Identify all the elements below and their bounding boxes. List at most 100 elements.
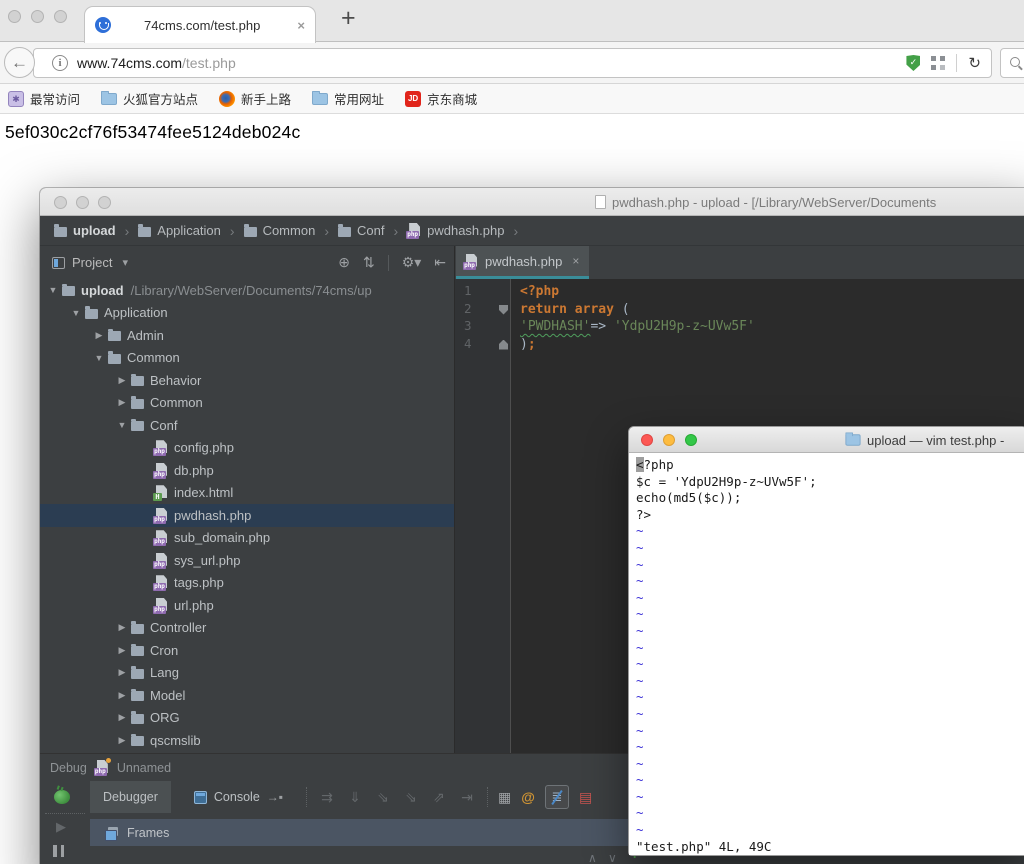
project-view-dropdown-icon[interactable]: ▾ xyxy=(122,256,128,269)
editor-tab-pwdhash[interactable]: php pwdhash.php × xyxy=(456,246,589,279)
search-box[interactable] xyxy=(1000,48,1024,78)
tree-collapse-icon[interactable]: ▼ xyxy=(92,353,106,363)
browser-minimize-button[interactable] xyxy=(31,10,44,23)
tree-item-sys_url.php[interactable]: phpsys_url.php xyxy=(40,549,454,572)
back-button[interactable]: ← xyxy=(4,47,35,78)
bookmark-item[interactable]: ✱最常访问 xyxy=(8,89,80,108)
editor-gutter[interactable]: 1234 xyxy=(455,279,511,753)
tree-item-pwdhash.php[interactable]: phppwdhash.php xyxy=(40,504,454,527)
tab-close-icon[interactable]: × xyxy=(297,18,305,33)
tree-item-Admin[interactable]: ▶Admin xyxy=(40,324,454,347)
step-over-icon[interactable]: ⇓ xyxy=(345,789,365,806)
terminal-content[interactable]: <?php$c = 'YdpU2H9p-z~UVw5F';echo(md5($c… xyxy=(629,453,1024,855)
ide-title-bar[interactable]: pwdhash.php - upload - [/Library/WebServ… xyxy=(40,188,1024,216)
tree-expand-icon[interactable]: ▶ xyxy=(115,622,129,633)
bookmark-label: 京东商城 xyxy=(427,89,477,108)
hide-panel-icon[interactable]: ⇤ xyxy=(434,254,446,271)
tree-expand-icon[interactable]: ▶ xyxy=(92,330,106,341)
fold-marker-icon[interactable] xyxy=(499,305,508,315)
force-step-into-icon[interactable]: ⇘ xyxy=(401,789,421,806)
tree-expand-icon[interactable]: ▶ xyxy=(115,690,129,701)
tab-console[interactable]: Console →▪ xyxy=(181,781,296,813)
tree-expand-icon[interactable]: ▶ xyxy=(115,645,129,656)
tree-item-db.php[interactable]: phpdb.php xyxy=(40,459,454,482)
breadcrumb-item[interactable]: upload xyxy=(54,223,116,238)
breadcrumb-item[interactable]: Common xyxy=(244,223,316,238)
terminal-close-button[interactable] xyxy=(641,434,653,446)
step-into-icon[interactable]: ⇘ xyxy=(373,789,393,806)
ide-minimize-button[interactable] xyxy=(76,196,89,209)
tab-debugger[interactable]: Debugger xyxy=(90,781,171,813)
bookmark-item[interactable]: 火狐官方站点 xyxy=(101,89,198,108)
browser-zoom-button[interactable] xyxy=(54,10,67,23)
resume-program-icon[interactable]: ▶ xyxy=(56,819,66,835)
tree-item-Lang[interactable]: ▶Lang xyxy=(40,662,454,685)
info-icon[interactable]: i xyxy=(52,55,68,71)
debugger-tab-label: Debugger xyxy=(103,790,158,804)
step-out-icon[interactable]: ⇗ xyxy=(429,789,449,806)
tree-item-qscmslib[interactable]: ▶qscmslib xyxy=(40,729,454,752)
tree-item-Behavior[interactable]: ▶Behavior xyxy=(40,369,454,392)
tree-item-Conf[interactable]: ▼Conf xyxy=(40,414,454,437)
tree-item-sub_domain.php[interactable]: phpsub_domain.php xyxy=(40,527,454,550)
evaluate-expression-icon[interactable]: ▦ xyxy=(498,789,511,806)
tree-item-ORG[interactable]: ▶ORG xyxy=(40,707,454,730)
tree-item-Application[interactable]: ▼Application xyxy=(40,302,454,325)
tree-expand-icon[interactable]: ▶ xyxy=(115,667,129,678)
pause-program-icon[interactable] xyxy=(53,845,64,857)
qr-code-icon[interactable] xyxy=(931,56,945,70)
tree-item-Common[interactable]: ▶Common xyxy=(40,392,454,415)
tree-item-Model[interactable]: ▶Model xyxy=(40,684,454,707)
bookmark-item[interactable]: 常用网址 xyxy=(312,89,384,108)
show-line-numbers-toggle[interactable]: ≣ xyxy=(545,785,569,809)
terminal-title-bar[interactable]: upload — vim test.php - xyxy=(629,427,1024,453)
fold-marker-icon[interactable] xyxy=(499,340,508,350)
tree-expand-icon[interactable]: ▶ xyxy=(115,397,129,408)
bookmark-item[interactable]: 新手上路 xyxy=(219,89,291,108)
tree-expand-icon[interactable]: ▶ xyxy=(115,712,129,723)
breadcrumb-item[interactable]: Application xyxy=(138,223,221,238)
tree-item-Cron[interactable]: ▶Cron xyxy=(40,639,454,662)
tree-item-Controller[interactable]: ▶Controller xyxy=(40,617,454,640)
editor-tab-close-icon[interactable]: × xyxy=(572,254,579,268)
tree-collapse-icon[interactable]: ▼ xyxy=(46,285,60,295)
show-execution-point-icon[interactable]: ⇉ xyxy=(317,789,337,806)
collapse-all-icon[interactable]: ⇅ xyxy=(363,254,375,271)
ide-zoom-button[interactable] xyxy=(98,196,111,209)
run-to-cursor-icon[interactable]: ⇥ xyxy=(457,789,477,806)
breadcrumb-item[interactable]: phppwdhash.php xyxy=(407,223,504,238)
tree-item-config.php[interactable]: phpconfig.php xyxy=(40,437,454,460)
chevron-up-icon[interactable]: ∧ xyxy=(588,851,597,864)
tree-collapse-icon[interactable]: ▼ xyxy=(115,420,129,430)
tree-expand-icon[interactable]: ▶ xyxy=(115,375,129,386)
tree-collapse-icon[interactable]: ▼ xyxy=(69,308,83,318)
new-tab-button[interactable]: + xyxy=(341,4,356,33)
browser-close-button[interactable] xyxy=(8,10,21,23)
tree-expand-icon[interactable]: ▶ xyxy=(115,735,129,746)
watch-method-return-icon[interactable]: @ xyxy=(521,789,535,805)
folder-icon xyxy=(131,714,144,724)
folder-icon xyxy=(101,93,117,105)
tree-item-index.html[interactable]: Hindex.html xyxy=(40,482,454,505)
locate-file-icon[interactable]: ⊕ xyxy=(338,254,350,271)
chevron-down-icon[interactable]: ∨ xyxy=(608,851,617,864)
vim-tilde: ~ xyxy=(636,739,644,754)
tree-item-Common[interactable]: ▼Common xyxy=(40,347,454,370)
bookmark-item[interactable]: JD京东商城 xyxy=(405,89,477,108)
terminal-minimize-button[interactable] xyxy=(663,434,675,446)
tree-item-upload[interactable]: ▼upload/Library/WebServer/Documents/74cm… xyxy=(40,279,454,302)
browser-tab[interactable]: 74cms.com/test.php × xyxy=(84,6,316,43)
terminal-zoom-button[interactable] xyxy=(685,434,697,446)
vim-empty-line: ~ xyxy=(636,606,1024,623)
settings-gear-icon[interactable]: ⚙▾ xyxy=(402,254,422,271)
tree-item-tags.php[interactable]: phptags.php xyxy=(40,572,454,595)
reload-icon[interactable]: ↻ xyxy=(968,54,981,72)
export-threads-icon[interactable]: ▤ xyxy=(579,789,592,806)
code-token: ( xyxy=(614,302,630,317)
pin-tab-icon[interactable]: →▪ xyxy=(267,790,283,804)
tree-item-url.php[interactable]: phpurl.php xyxy=(40,594,454,617)
breadcrumb-item[interactable]: Conf xyxy=(338,223,384,238)
security-shield-icon[interactable]: ✓ xyxy=(906,55,920,71)
url-bar[interactable]: i www.74cms.com/test.php ✓ ↻ xyxy=(33,48,992,78)
ide-close-button[interactable] xyxy=(54,196,67,209)
